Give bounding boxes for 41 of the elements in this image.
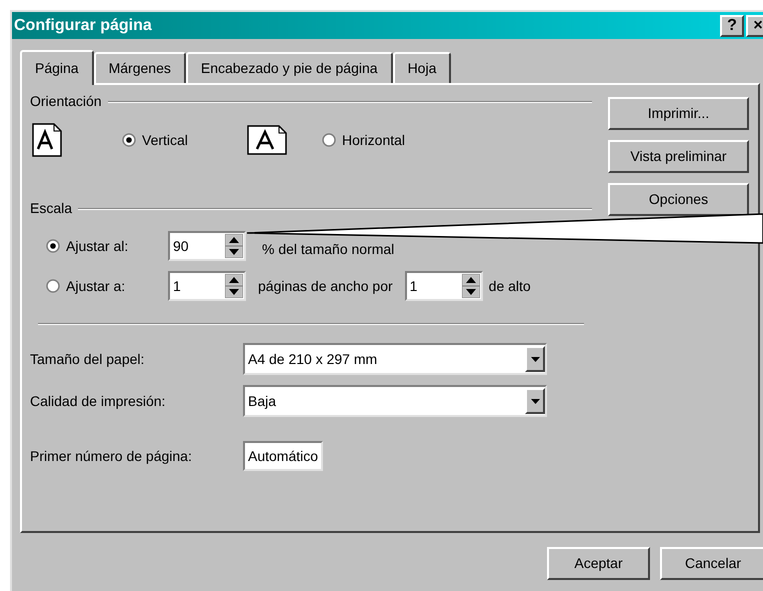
portrait-page-icon	[32, 123, 62, 157]
radio-button[interactable]	[46, 239, 60, 253]
dialog-button[interactable]: Aceptar	[547, 547, 650, 580]
spinner-arrows-icon[interactable]	[225, 234, 243, 258]
field-suffix: % del tamaño normal	[262, 240, 394, 258]
group-label: Escala	[30, 199, 72, 218]
field-label: páginas de ancho por	[258, 276, 393, 296]
radio-button[interactable]	[322, 133, 336, 147]
tab[interactable]: Página	[20, 50, 94, 85]
caret-icon	[530, 398, 540, 404]
spin-field[interactable]: 1	[168, 271, 246, 301]
dialog-button[interactable]: Vista preliminar	[608, 140, 749, 173]
dialog-button[interactable]: Cancelar	[660, 547, 763, 580]
tab[interactable]: Encabezado y pie de página	[186, 52, 393, 83]
dialog-button[interactable]: Imprimir...	[608, 97, 749, 130]
group-label: Orientación	[30, 92, 102, 111]
radio-label: Vertical	[142, 130, 188, 150]
tab[interactable]: Márgenes	[94, 52, 186, 83]
field-label: Primer número de página:	[30, 446, 193, 466]
spin-field[interactable]: 90	[168, 231, 246, 261]
caret-icon	[530, 356, 540, 362]
dialog-button[interactable]: Opciones	[608, 183, 749, 216]
tab[interactable]: Hoja	[392, 52, 452, 83]
radio-button[interactable]	[46, 279, 60, 293]
dropdown[interactable]: A4 de 210 x 297 mm	[243, 343, 547, 375]
radio-button[interactable]	[122, 133, 136, 147]
radio-label: Ajustar al:	[66, 236, 128, 256]
landscape-page-icon	[247, 125, 287, 155]
spin-field[interactable]: 1	[404, 271, 483, 301]
field-label: Calidad de impresión:	[30, 392, 166, 411]
close-button[interactable]: ×	[746, 14, 763, 36]
spinner-arrows-icon[interactable]	[225, 274, 243, 298]
window-title: Configurar página	[13, 16, 152, 36]
radio-label: Ajustar a:	[66, 276, 126, 296]
spinner-arrows-icon[interactable]	[462, 274, 480, 298]
dropdown[interactable]: Baja	[243, 385, 547, 417]
text-field[interactable]: Automático	[243, 441, 324, 471]
field-suffix: de alto	[488, 276, 531, 296]
help-button[interactable]: ?	[720, 14, 744, 36]
field-label: Tamaño del papel:	[30, 350, 146, 369]
radio-label: Horizontal	[342, 130, 406, 150]
